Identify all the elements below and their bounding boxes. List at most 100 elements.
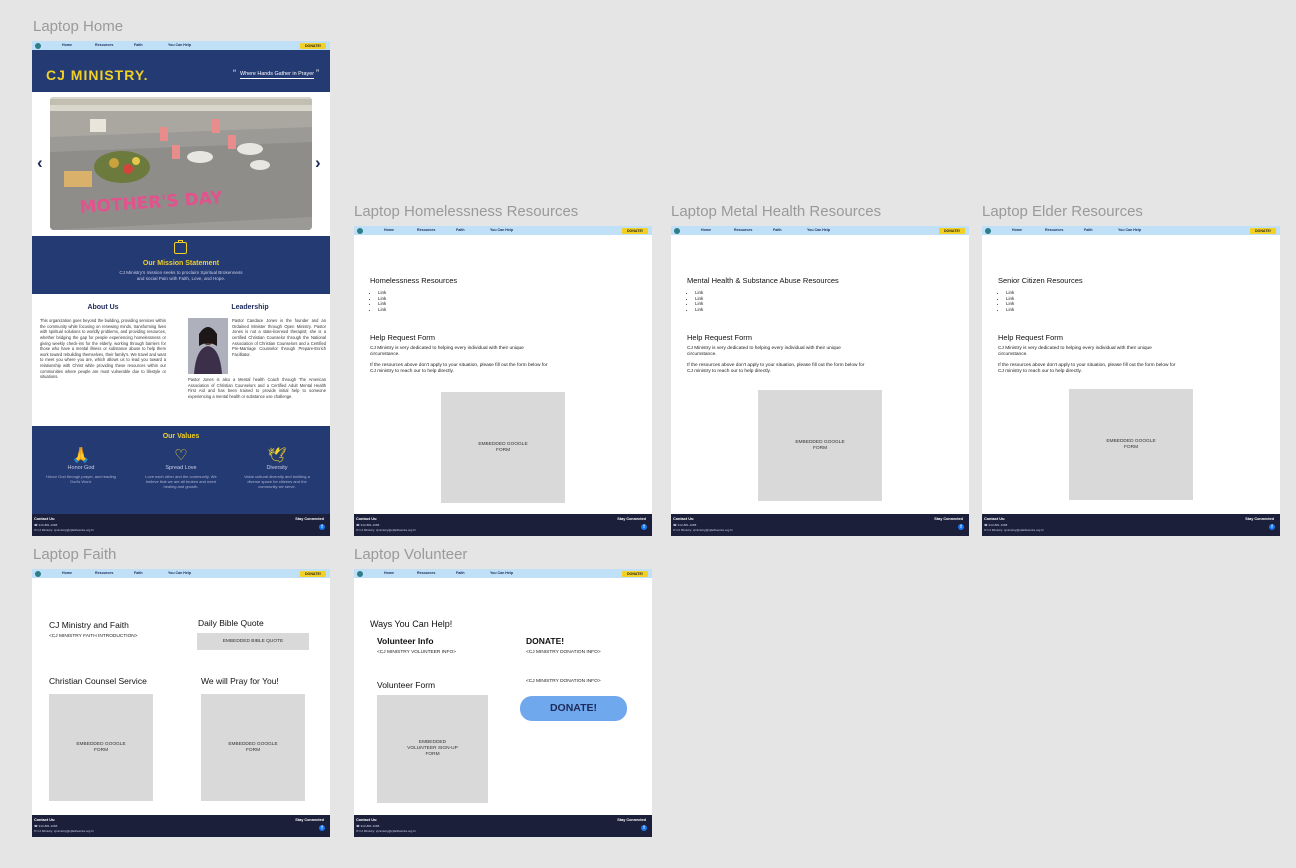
nav-you-can-help[interactable]: You Can Help (490, 228, 513, 232)
donate-button[interactable]: DONATE! (939, 227, 965, 234)
nav-faith[interactable]: Faith (456, 228, 465, 232)
value-spread-love: ♡ Spread Love Love each other and the co… (142, 446, 220, 490)
embedded-google-form[interactable]: EMBEDDED GOOGLE FORM (1069, 389, 1193, 500)
nav-resources[interactable]: Resources (1045, 228, 1063, 232)
nav-home[interactable]: Home (62, 571, 72, 575)
page-title: Senior Citizen Resources (998, 276, 1083, 285)
footer-email[interactable]: CJ Ministry: cjministry@cjfaithworks.org… (34, 829, 93, 833)
value-honor-god: 🙏 Honor God Honor God through prayer, an… (42, 446, 120, 484)
footer-email[interactable]: CJ Ministry: cjministry@cjfaithworks.org… (984, 528, 1043, 532)
form-title: Help Request Form (687, 333, 753, 342)
value-diversity: 🕊 Diversity Value cultural diversity and… (238, 446, 316, 490)
logo-icon[interactable] (35, 42, 41, 49)
carousel-next-icon[interactable]: › (315, 153, 321, 173)
donate-button[interactable]: DONATE! (300, 42, 326, 49)
resource-link[interactable]: Link (695, 307, 703, 313)
nav-you-can-help[interactable]: You Can Help (168, 571, 191, 575)
mental-frame: Home Resources Faith You Can Help DONATE… (671, 226, 969, 536)
navbar: Home Resources Faith You Can Help DONATE… (982, 226, 1280, 235)
volunteer-form-title: Volunteer Form (377, 680, 436, 690)
footer-email[interactable]: CJ Ministry: cjministry@cjfaithworks.org… (356, 829, 415, 833)
resource-links: Link Link Link Link (370, 290, 386, 313)
frame-label-elder: Laptop Elder Resources (982, 203, 1143, 220)
resource-link[interactable]: Link (1006, 290, 1014, 296)
footer-email[interactable]: CJ Ministry: cjministry@cjfaithworks.org… (356, 528, 415, 532)
frame-label-volunteer: Laptop Volunteer (354, 546, 468, 563)
leader-portrait (188, 318, 228, 374)
nav-home[interactable]: Home (62, 43, 72, 47)
footer-phone[interactable]: 913-881-1088 (984, 523, 1008, 527)
contact-label: Contact Us: (356, 818, 378, 822)
footer-phone[interactable]: 913-881-1088 (356, 824, 380, 828)
embedded-prayer-form[interactable]: EMBEDDED GOOGLE FORM (201, 694, 305, 801)
embedded-counsel-form[interactable]: EMBEDDED GOOGLE FORM (49, 694, 153, 801)
nav-faith[interactable]: Faith (773, 228, 782, 232)
form-text-1: CJ Ministry is very dedicated to helping… (370, 346, 524, 357)
tagline: Where Hands Gather in Prayer (240, 71, 315, 79)
facebook-icon[interactable]: f (319, 825, 325, 831)
footer-phone[interactable]: 913-881-1088 (34, 523, 58, 527)
donate-button[interactable]: DONATE! (300, 570, 326, 577)
stay-connected-label: Stay Connected (934, 517, 963, 521)
nav-faith[interactable]: Faith (134, 43, 143, 47)
facebook-icon[interactable]: f (958, 524, 964, 530)
logo-icon[interactable] (674, 227, 680, 234)
donate-large-button[interactable]: DONATE! (520, 696, 627, 721)
nav-resources[interactable]: Resources (417, 228, 435, 232)
embedded-volunteer-form[interactable]: EMBEDDED VOLUNTEER SIGN-UP FORM (377, 695, 488, 803)
nav-you-can-help[interactable]: You Can Help (168, 43, 191, 47)
facebook-icon[interactable]: f (1269, 524, 1275, 530)
footer-phone[interactable]: 913-881-1088 (356, 523, 380, 527)
nav-home[interactable]: Home (384, 571, 394, 575)
page-title: Homelessness Resources (370, 276, 458, 285)
donate-button[interactable]: DONATE! (622, 227, 648, 234)
footer: Contact Us: 913-881-1088 CJ Ministry: cj… (671, 514, 969, 536)
footer-email[interactable]: CJ Ministry: cjministry@cjfaithworks.org… (673, 528, 732, 532)
logo-icon[interactable] (357, 227, 363, 234)
footer-email[interactable]: CJ Ministry: cjministry@cjfaithworks.org… (34, 528, 93, 532)
facebook-icon[interactable]: f (641, 825, 647, 831)
resource-link[interactable]: Link (695, 290, 703, 296)
nav-resources[interactable]: Resources (734, 228, 752, 232)
nav-you-can-help[interactable]: You Can Help (490, 571, 513, 575)
navbar: Home Resources Faith You Can Help DONATE… (354, 569, 652, 578)
nav-resources[interactable]: Resources (95, 43, 113, 47)
nav-faith[interactable]: Faith (456, 571, 465, 575)
resource-link[interactable]: Link (1006, 307, 1014, 313)
carousel-prev-icon[interactable]: ‹ (37, 153, 43, 173)
footer-phone[interactable]: 913-881-1088 (34, 824, 58, 828)
navbar: Home Resources Faith You Can Help DONATE… (354, 226, 652, 235)
footer: Contact Us: 913-881-1088 CJ Ministry: cj… (32, 815, 330, 837)
donate-button[interactable]: DONATE! (1250, 227, 1276, 234)
nav-home[interactable]: Home (1012, 228, 1022, 232)
logo-icon[interactable] (35, 570, 41, 577)
faith-intro: <CJ MINISTRY FAITH INTRODUCTION> (49, 634, 138, 639)
donate-button[interactable]: DONATE! (622, 570, 648, 577)
nav-resources[interactable]: Resources (417, 571, 435, 575)
facebook-icon[interactable]: f (319, 524, 325, 530)
nav-home[interactable]: Home (384, 228, 394, 232)
volunteer-frame: Home Resources Faith You Can Help DONATE… (354, 569, 652, 837)
logo-icon[interactable] (985, 227, 991, 234)
resource-link[interactable]: Link (378, 290, 386, 296)
footer-phone[interactable]: 913-881-1088 (673, 523, 697, 527)
facebook-icon[interactable]: f (641, 524, 647, 530)
nav-faith[interactable]: Faith (134, 571, 143, 575)
faith-frame: Home Resources Faith You Can Help DONATE… (32, 569, 330, 837)
faith-title: CJ Ministry and Faith (49, 620, 129, 630)
nav-you-can-help[interactable]: You Can Help (1118, 228, 1141, 232)
embedded-google-form[interactable]: EMBEDDED GOOGLE FORM (441, 392, 565, 503)
form-text-2: If the resources above don't apply to yo… (998, 363, 1176, 374)
brand-title[interactable]: CJ MINISTRY. (46, 67, 149, 83)
resource-link[interactable]: Link (378, 307, 386, 313)
nav-faith[interactable]: Faith (1084, 228, 1093, 232)
footer: Contact Us: 913-881-1088 CJ Ministry: cj… (354, 514, 652, 536)
values-title: Our Values (162, 433, 200, 440)
logo-icon[interactable] (357, 570, 363, 577)
contact-label: Contact Us: (673, 517, 695, 521)
nav-resources[interactable]: Resources (95, 571, 113, 575)
embedded-google-form[interactable]: EMBEDDED GOOGLE FORM (758, 390, 882, 501)
nav-home[interactable]: Home (701, 228, 711, 232)
nav-you-can-help[interactable]: You Can Help (807, 228, 830, 232)
volunteer-info-text: <CJ MINISTRY VOLUNTEER INFO> (377, 650, 456, 655)
